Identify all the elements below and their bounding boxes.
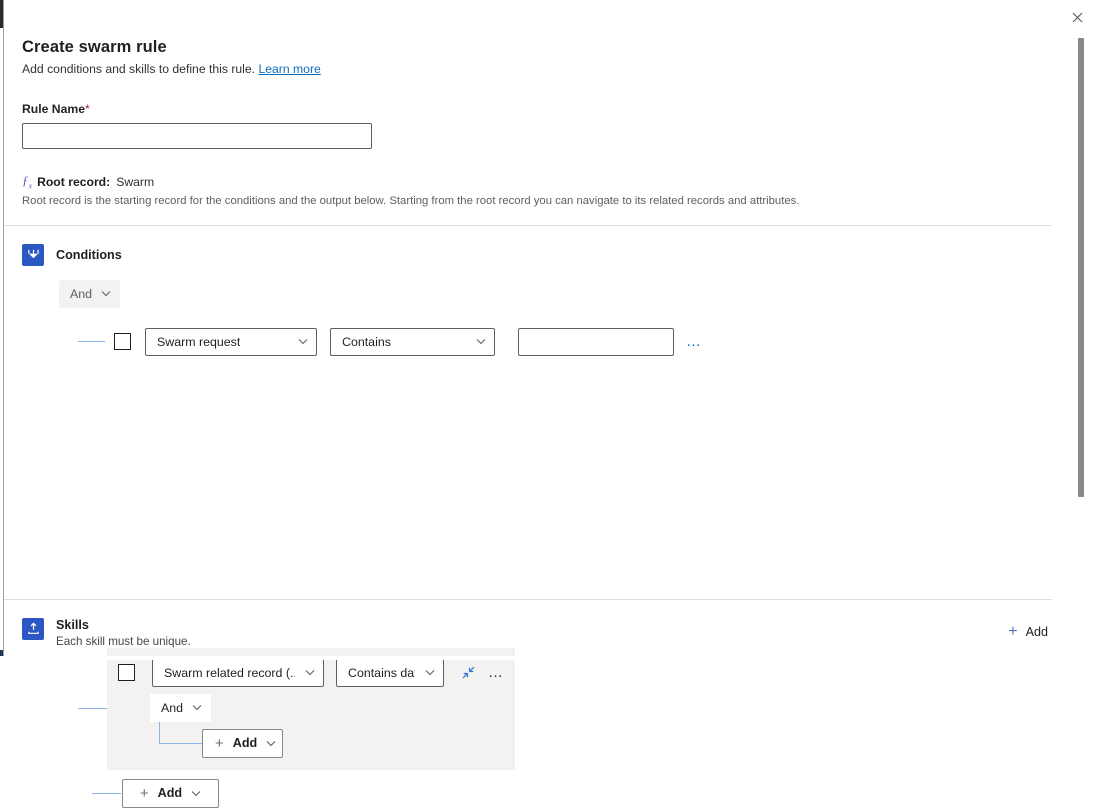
page-title: Create swarm rule [22, 0, 1052, 57]
section-divider-top [4, 225, 1052, 226]
nested-group-line-vertical [159, 722, 160, 744]
condition-row-1-field-label: Swarm request [157, 335, 240, 349]
rule-name-label: Rule Name* [22, 102, 1052, 116]
condition-row-2-operator-dropdown[interactable]: Contains data [336, 659, 444, 687]
chevron-down-icon [191, 788, 201, 798]
scrollbar-thumb[interactable] [1078, 38, 1084, 497]
plus-icon: + [1008, 624, 1017, 640]
condition-row-1-value-input[interactable] [518, 328, 674, 356]
chevron-down-icon [305, 668, 315, 678]
nested-group-add-button[interactable]: + Add [202, 729, 283, 758]
page-subtitle: Add conditions and skills to define this… [22, 62, 1052, 76]
condition-row-2-checkbox[interactable] [118, 664, 135, 681]
skills-section-header: Skills Each skill must be unique. + Add [22, 618, 1052, 648]
conditions-group-operator-dropdown[interactable]: And [59, 280, 120, 308]
collapse-icon[interactable] [460, 665, 476, 681]
condition-row-2-field-label: Swarm related record (... [164, 666, 295, 680]
chevron-down-icon [266, 738, 276, 748]
row-connector-line [78, 341, 105, 342]
chevron-down-icon [476, 337, 486, 347]
conditions-title: Conditions [56, 248, 122, 262]
root-record-value: Swarm [116, 175, 154, 189]
condition-row-1-checkbox[interactable] [114, 333, 131, 350]
nested-group-add-label: Add [233, 736, 257, 750]
condition-row-2: Swarm related record (... Contains data [118, 659, 505, 687]
condition-row-2-operator-label: Contains data [348, 666, 415, 680]
condition-row-2-more-menu[interactable]: … [488, 665, 505, 680]
skills-description: Each skill must be unique. [56, 635, 191, 648]
rule-name-input[interactable] [22, 123, 372, 149]
root-record-description: Root record is the starting record for t… [22, 195, 1052, 207]
chevron-down-icon [192, 703, 202, 713]
rule-name-label-text: Rule Name [22, 102, 85, 116]
conditions-group-operator-label: And [70, 287, 92, 301]
condition-row-1: Swarm request Contains … [78, 328, 703, 356]
conditions-add-label: Add [158, 786, 182, 800]
chevron-down-icon [101, 289, 111, 299]
condition-row-1-more-menu[interactable]: … [686, 334, 703, 349]
conditions-canvas: And Swarm request Contains [22, 280, 1052, 570]
section-divider-skills [4, 599, 1052, 600]
dialog-content: Create swarm rule Add conditions and ski… [4, 0, 1070, 660]
condition-row-1-operator-dropdown[interactable]: Contains [330, 328, 495, 356]
close-icon [1072, 12, 1083, 23]
skills-add-button[interactable]: + Add [1008, 624, 1048, 640]
condition-row-1-operator-label: Contains [342, 335, 391, 349]
skills-add-label: Add [1026, 625, 1048, 639]
required-marker: * [85, 102, 90, 116]
root-record: ƒx Root record: Swarm [22, 174, 1052, 191]
plus-icon: + [140, 786, 149, 801]
chevron-down-icon [298, 337, 308, 347]
condition-row-1-field-dropdown[interactable]: Swarm request [145, 328, 317, 356]
nested-group-operator-dropdown[interactable]: And [150, 694, 211, 722]
nested-group-operator-label: And [161, 701, 183, 715]
root-record-label: Root record: [37, 175, 110, 189]
skills-section-left: Skills Each skill must be unique. [22, 618, 191, 648]
chevron-down-icon [425, 668, 435, 678]
learn-more-link[interactable]: Learn more [258, 62, 320, 76]
plus-icon: + [215, 736, 224, 751]
conditions-filter-icon [22, 244, 44, 266]
nested-group-line-horizontal [159, 743, 203, 744]
function-icon: ƒx [22, 174, 32, 191]
conditions-section-header: Conditions [22, 244, 1052, 266]
subtitle-text: Add conditions and skills to define this… [22, 62, 255, 76]
add-button-connector-line [92, 793, 121, 794]
conditions-add-button[interactable]: + Add [122, 779, 219, 808]
skills-title: Skills [56, 618, 191, 632]
bottom-strip [0, 656, 1100, 660]
panel-left-edge-top [0, 0, 3, 28]
skills-upload-icon [22, 618, 44, 640]
nested-group-connector-line [78, 708, 107, 709]
condition-row-2-field-dropdown[interactable]: Swarm related record (... [152, 659, 324, 687]
